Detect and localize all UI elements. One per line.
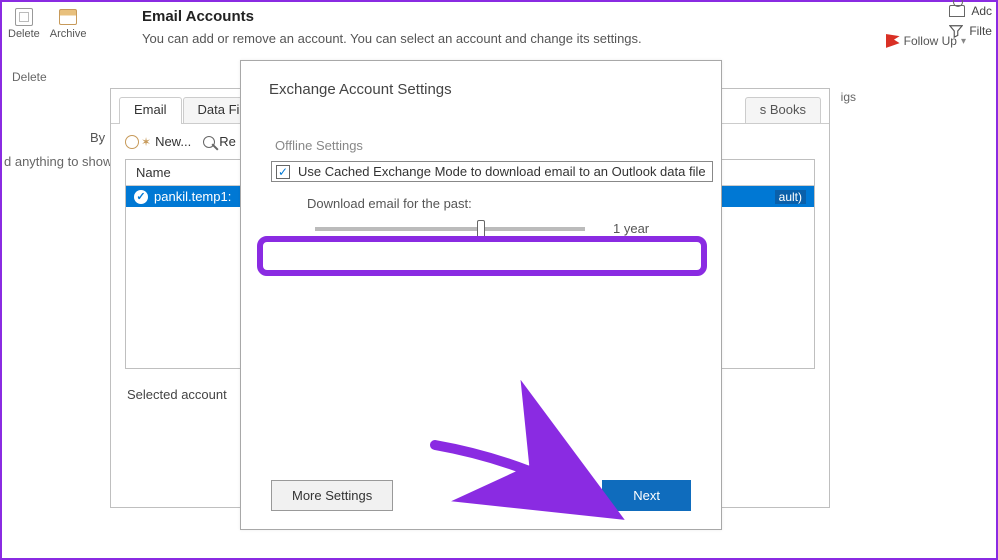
- offline-settings-label: Offline Settings: [241, 108, 721, 161]
- check-icon: ✓: [134, 190, 148, 204]
- archive-button[interactable]: Archive: [50, 6, 87, 40]
- chevron-down-icon: ▾: [961, 36, 966, 47]
- exchange-settings-dialog: Exchange Account Settings Offline Settin…: [240, 60, 722, 530]
- default-chip: ault): [775, 190, 806, 204]
- more-settings-button[interactable]: More Settings: [271, 480, 393, 511]
- page-subtitle: You can add or remove an account. You ca…: [142, 31, 642, 46]
- wrench-icon: [203, 136, 215, 148]
- dialog-buttons: More Settings Next: [241, 480, 721, 511]
- new-account-button[interactable]: ✶ New...: [125, 134, 191, 149]
- repair-account-button[interactable]: Re: [203, 134, 236, 149]
- add-contacts-label: Adc: [971, 4, 992, 18]
- ribbon-delete-group: Delete Archive: [2, 4, 86, 40]
- ribbon-group-delete-label: Delete: [12, 70, 47, 84]
- tab-email[interactable]: Email: [119, 97, 182, 123]
- add-contacts-button[interactable]: Adc: [949, 4, 992, 18]
- archive-icon: [57, 6, 79, 28]
- page-title: Email Accounts: [142, 8, 642, 25]
- download-past-label: Download email for the past:: [241, 182, 721, 221]
- ribbon-right: Adc Filte: [949, 4, 992, 38]
- cached-mode-row[interactable]: ✓ Use Cached Exchange Mode to download e…: [271, 161, 713, 182]
- account-name: pankil.temp1:: [154, 189, 231, 204]
- email-accounts-header: Email Accounts You can add or remove an …: [142, 8, 642, 46]
- archive-label: Archive: [50, 28, 87, 40]
- repair-label: Re: [219, 134, 236, 149]
- filter-label: Filte: [969, 24, 992, 38]
- people-icon: [949, 5, 965, 17]
- next-button[interactable]: Next: [602, 480, 691, 511]
- slider-thumb[interactable]: [477, 220, 485, 238]
- download-past-slider[interactable]: 1 year: [241, 221, 721, 236]
- dialog-title: Exchange Account Settings: [241, 61, 721, 108]
- new-label: New...: [155, 134, 191, 149]
- follow-up-button[interactable]: Follow Up ▾: [886, 34, 966, 48]
- nothing-to-show-label: d anything to show: [4, 154, 112, 169]
- slider-value-label: 1 year: [613, 221, 649, 236]
- new-icon: [125, 135, 139, 149]
- tab-address-books[interactable]: s Books: [745, 97, 821, 123]
- cached-mode-label: Use Cached Exchange Mode to download ema…: [298, 164, 706, 179]
- flag-icon: [886, 34, 900, 48]
- ribbon-group-tags-label: igs: [841, 90, 856, 104]
- slider-track[interactable]: [315, 227, 585, 231]
- delete-button[interactable]: Delete: [8, 6, 40, 40]
- delete-icon: [13, 6, 35, 28]
- delete-label: Delete: [8, 28, 40, 40]
- arrange-by-label: By: [90, 130, 105, 145]
- cached-mode-checkbox[interactable]: ✓: [276, 165, 290, 179]
- follow-up-label: Follow Up: [904, 34, 957, 48]
- star-icon: ✶: [141, 135, 151, 149]
